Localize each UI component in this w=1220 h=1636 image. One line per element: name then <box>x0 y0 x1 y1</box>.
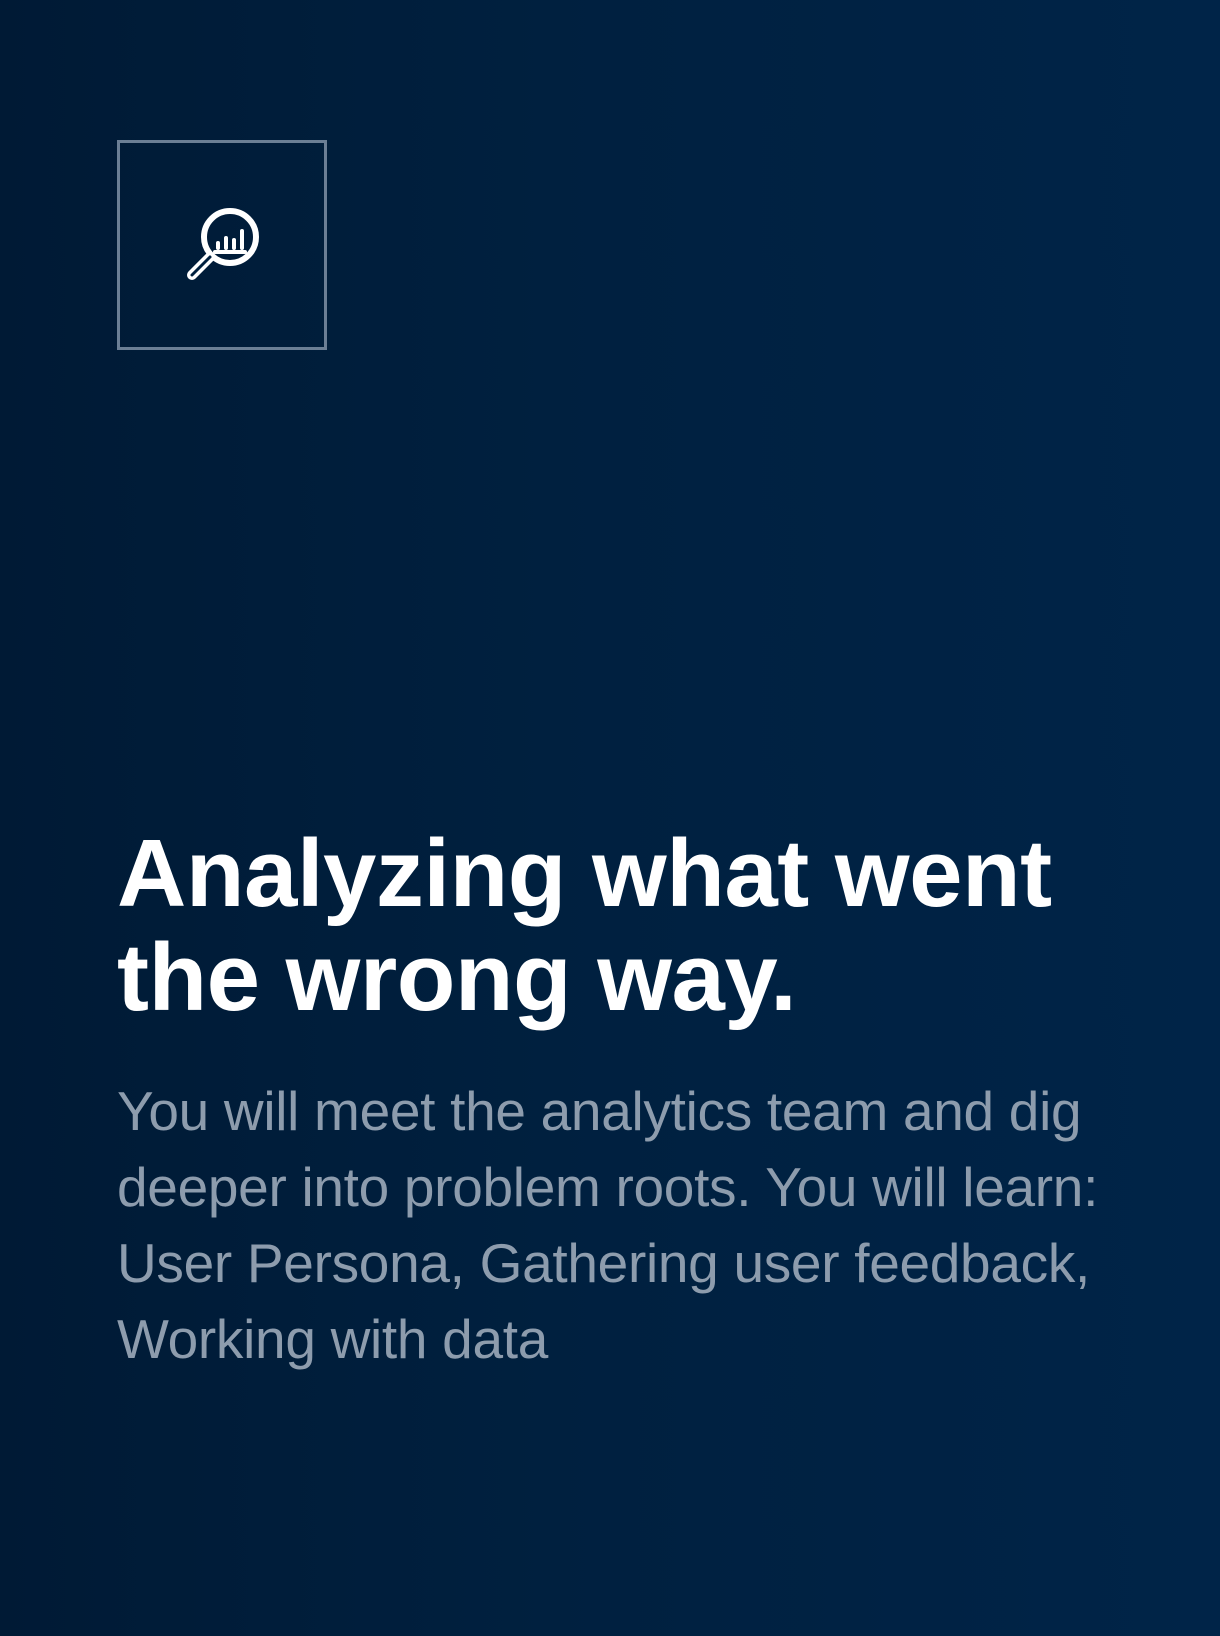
magnifier-chart-icon <box>187 208 259 280</box>
card-description: You will meet the analytics team and dig… <box>117 1080 1099 1370</box>
card-title: Analyzing what went the wrong way. <box>117 820 1052 1031</box>
icon-frame <box>117 140 327 350</box>
course-card: Analyzing what went the wrong way. You w… <box>0 0 1220 1636</box>
